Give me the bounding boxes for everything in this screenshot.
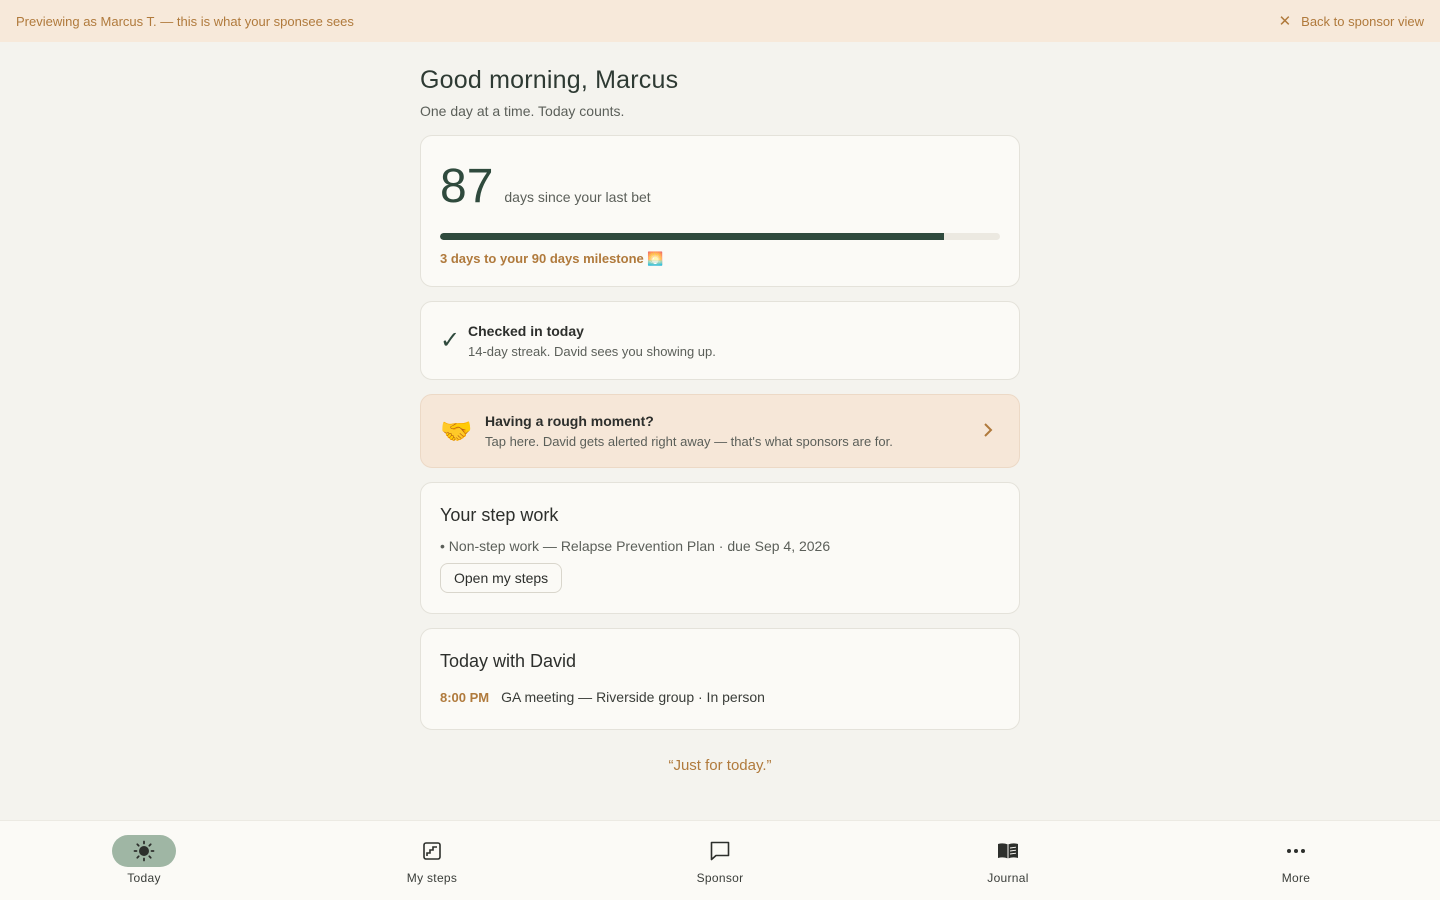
rough-moment-text: Having a rough moment? Tap here. David g… [485, 413, 982, 449]
book-icon [998, 843, 1018, 859]
today-with-sponsor-card: Today with David 8:00 PM GA meeting — Ri… [420, 628, 1020, 730]
milestone-progress-bar [440, 233, 1000, 240]
checkmark-icon: ✓ [440, 327, 461, 354]
preview-banner: Previewing as Marcus T. — this is what y… [0, 0, 1440, 42]
chevron-right-icon [982, 418, 994, 444]
step-work-item: • Non-step work — Relapse Prevention Pla… [440, 538, 831, 554]
step-work-card: Your step work • Non-step work — Relapse… [420, 482, 1020, 614]
nav-label-sponsor: Sponsor [696, 871, 744, 885]
milestone-progress-fill [440, 233, 944, 240]
nav-item-journal[interactable]: Journal [864, 821, 1152, 900]
preview-banner-text: Previewing as Marcus T. — this is what y… [16, 13, 354, 29]
rough-moment-title: Having a rough moment? [485, 413, 654, 429]
nav-label-journal: Journal [987, 871, 1029, 885]
checkin-text: Checked in today 14-day streak. David se… [468, 323, 716, 359]
milestone-text: 3 days to your 90 days milestone 🌅 [440, 251, 664, 266]
steps-icon [423, 842, 441, 860]
days-count: 87 [440, 160, 494, 213]
daily-quote: “Just for today.” [668, 757, 772, 774]
main-content: Good morning, Marcus One day at a time. … [420, 42, 1020, 774]
page-title: Good morning, Marcus [420, 66, 679, 94]
checkin-subtitle: 14-day streak. David sees you showing up… [468, 343, 716, 359]
handshake-icon: 🤝 [440, 415, 473, 446]
checkin-title: Checked in today [468, 322, 584, 339]
back-to-sponsor-button[interactable]: ✕ Back to sponsor view [1279, 14, 1424, 29]
streak-card: 87 days since your last bet 3 days to yo… [420, 135, 1020, 287]
nav-item-my-steps[interactable]: My steps [288, 821, 576, 900]
rough-moment-card[interactable]: 🤝 Having a rough moment? Tap here. David… [420, 394, 1020, 468]
nav-label-my-steps: My steps [406, 871, 458, 885]
event-row: 8:00 PM GA meeting — Riverside group · I… [440, 689, 1000, 705]
checkin-card: ✓ Checked in today 14-day streak. David … [420, 301, 1020, 380]
close-icon: ✕ [1278, 12, 1292, 30]
chat-icon [710, 841, 730, 861]
event-time: 8:00 PM [440, 689, 490, 705]
event-description: GA meeting — Riverside group · In person [501, 689, 765, 705]
days-row: 87 days since your last bet [440, 136, 1000, 211]
nav-item-sponsor[interactable]: Sponsor [576, 821, 864, 900]
nav-label-today: Today [127, 871, 161, 885]
nav-item-more[interactable]: More [1152, 821, 1440, 900]
page-subtitle: One day at a time. Today counts. [420, 103, 625, 119]
days-label: days since your last bet [504, 189, 651, 205]
today-with-title: Today with David [440, 651, 577, 671]
bottom-nav: Today My steps Sponsor Journal More [0, 820, 1440, 900]
sun-icon [133, 840, 155, 862]
nav-label-more: More [1281, 871, 1311, 885]
more-icon [1287, 849, 1305, 853]
nav-active-indicator [112, 835, 176, 867]
step-work-title: Your step work [440, 505, 559, 525]
nav-item-today[interactable]: Today [0, 821, 288, 900]
back-to-sponsor-label: Back to sponsor view [1301, 13, 1424, 29]
rough-moment-subtitle: Tap here. David gets alerted right away … [485, 434, 893, 449]
open-my-steps-button[interactable]: Open my steps [440, 563, 563, 593]
